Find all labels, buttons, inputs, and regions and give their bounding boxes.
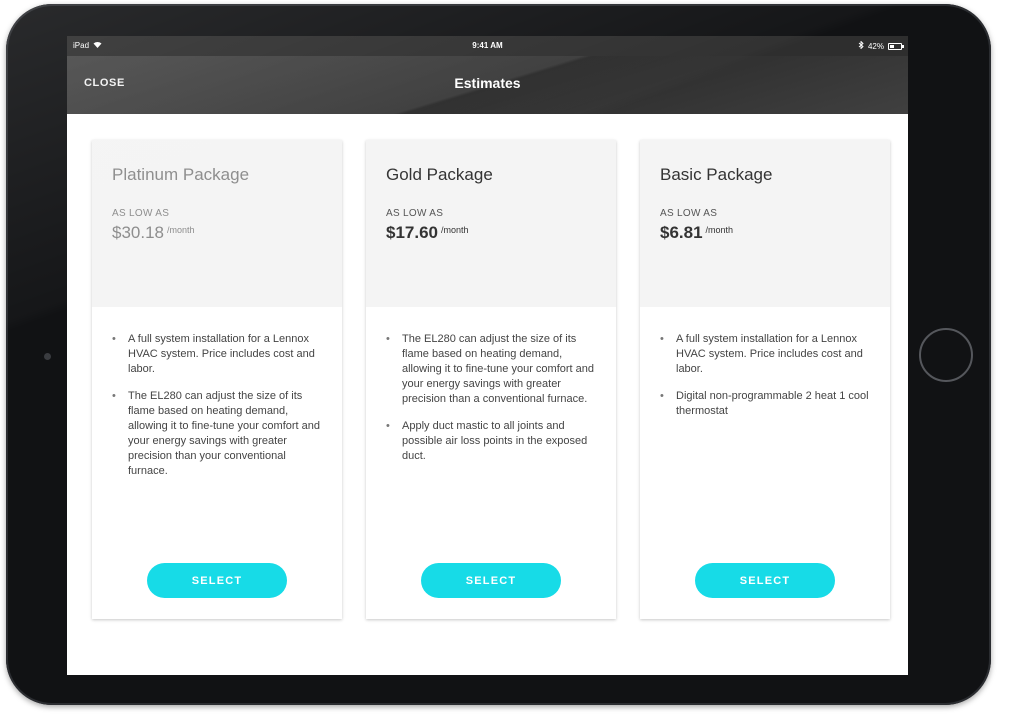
feature-list: A full system installation for a Lennox … — [660, 332, 875, 431]
feature-list: A full system installation for a Lennox … — [112, 332, 327, 491]
select-button-basic[interactable]: SELECT — [695, 563, 835, 598]
bluetooth-icon — [858, 40, 864, 51]
price-value: $17.60 — [386, 223, 438, 242]
price-label: AS LOW AS — [660, 208, 718, 219]
feature-item: The EL280 can adjust the size of its fla… — [112, 389, 327, 479]
page-title: Estimates — [454, 75, 521, 91]
price-value: $30.18 — [112, 223, 164, 242]
card-header: Gold Package AS LOW AS $17.60/month — [366, 140, 616, 307]
package-card-basic: Basic Package AS LOW AS $6.81/month A fu… — [640, 140, 890, 619]
feature-list: The EL280 can adjust the size of its fla… — [386, 332, 601, 476]
status-bar: iPad 9:41 AM 42% — [67, 36, 908, 56]
package-card-platinum: Platinum Package AS LOW AS $30.18/month … — [92, 140, 342, 619]
nav-bar: CLOSE Estimates — [67, 56, 908, 114]
home-button[interactable] — [919, 328, 973, 382]
battery-icon — [888, 42, 904, 50]
package-card-gold: Gold Package AS LOW AS $17.60/month The … — [366, 140, 616, 619]
feature-item: Digital non-programmable 2 heat 1 cool t… — [660, 389, 875, 419]
front-camera — [44, 353, 51, 360]
card-header: Basic Package AS LOW AS $6.81/month — [640, 140, 890, 307]
package-price: $30.18/month — [112, 223, 195, 243]
package-title: Gold Package — [386, 165, 493, 184]
feature-item: Apply duct mastic to all joints and poss… — [386, 419, 601, 464]
card-header: Platinum Package AS LOW AS $30.18/month — [92, 140, 342, 307]
price-value: $6.81 — [660, 223, 703, 242]
price-unit: /month — [441, 225, 469, 235]
screen: iPad 9:41 AM 42% CLOSE Estimates Platinu… — [67, 36, 908, 675]
package-price: $6.81/month — [660, 223, 733, 243]
status-right: 42% — [858, 40, 904, 51]
feature-item: A full system installation for a Lennox … — [660, 332, 875, 377]
battery-fill — [890, 44, 895, 48]
price-unit: /month — [705, 225, 734, 235]
package-title: Platinum Package — [112, 165, 250, 184]
estimates-content: Platinum Package AS LOW AS $30.18/month … — [67, 114, 908, 675]
package-price: $17.60/month — [386, 223, 469, 243]
feature-item: A full system installation for a Lennox … — [112, 332, 327, 377]
status-time: 9:41 AM — [472, 41, 503, 50]
feature-item: The EL280 can adjust the size of its fla… — [386, 332, 601, 407]
select-button-gold[interactable]: SELECT — [421, 563, 561, 598]
price-label: AS LOW AS — [386, 208, 444, 219]
price-unit: /month — [167, 225, 195, 235]
select-button-platinum[interactable]: SELECT — [147, 563, 287, 598]
ipad-frame: iPad 9:41 AM 42% CLOSE Estimates Platinu… — [6, 4, 991, 705]
battery-percent: 42% — [867, 41, 884, 51]
package-title: Basic Package — [660, 165, 773, 184]
price-label: AS LOW AS — [112, 208, 170, 219]
